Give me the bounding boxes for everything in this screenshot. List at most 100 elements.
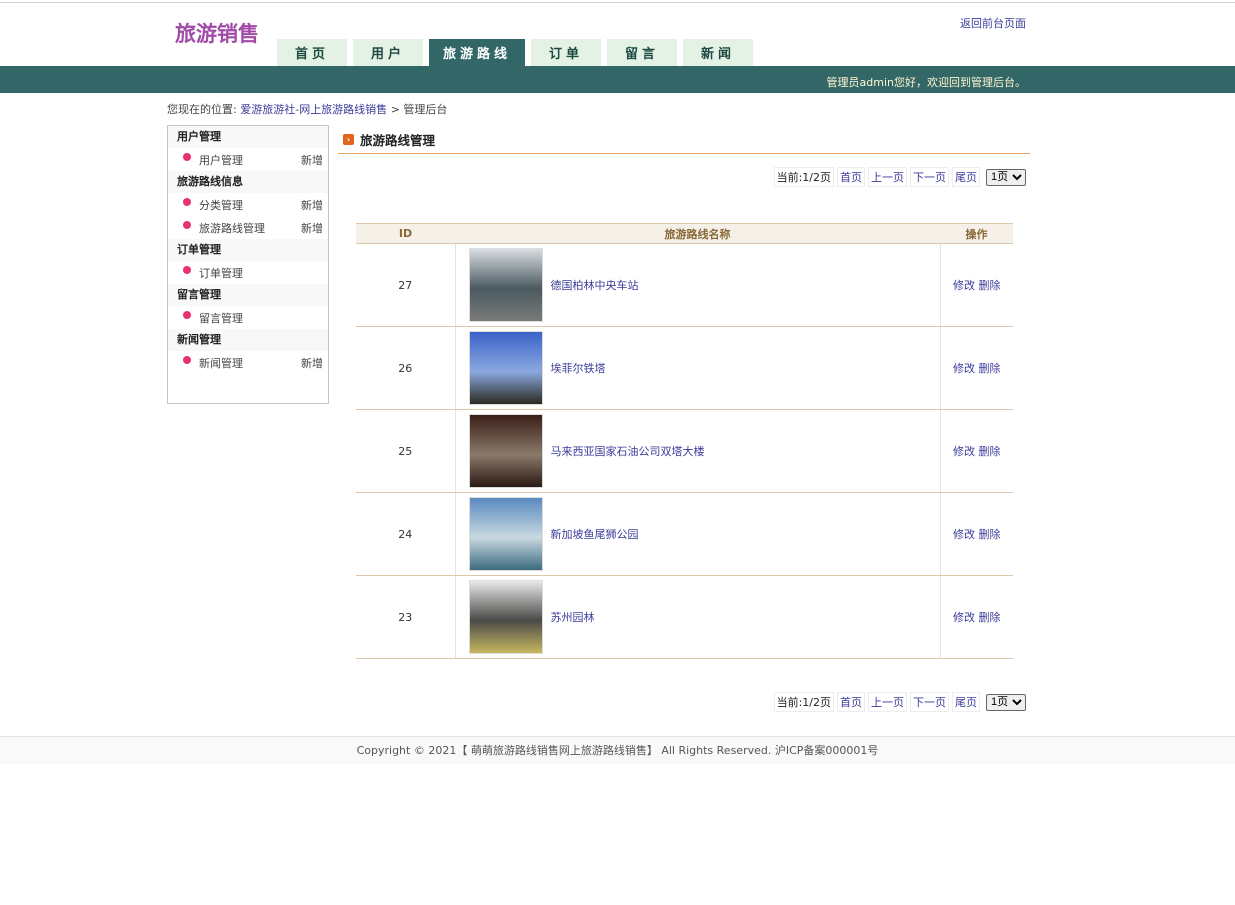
sidebar-item: 新闻管理新增 xyxy=(168,351,328,374)
table-row: 24 新加坡鱼尾狮公园 修改 删除 xyxy=(356,493,1013,576)
sidebar-item: 订单管理 xyxy=(168,261,328,284)
sidebar-add-link[interactable]: 新增 xyxy=(301,197,323,213)
page-title: ›旅游路线管理 xyxy=(343,130,435,149)
bullet-icon xyxy=(183,311,191,319)
route-actions: 修改 删除 xyxy=(940,327,1013,410)
nav-tab[interactable]: 用户 xyxy=(353,39,423,66)
col-actions: 操作 xyxy=(940,224,1013,244)
route-name-cell: 德国柏林中央车站 xyxy=(455,244,940,327)
delete-link[interactable]: 删除 xyxy=(979,445,1001,458)
route-name-link[interactable]: 埃菲尔铁塔 xyxy=(551,362,606,375)
route-name-cell: 新加坡鱼尾狮公园 xyxy=(455,493,940,576)
edit-link[interactable]: 修改 xyxy=(953,279,975,292)
table-row: 27 德国柏林中央车站 修改 删除 xyxy=(356,244,1013,327)
delete-link[interactable]: 删除 xyxy=(979,528,1001,541)
sidebar-link[interactable]: 旅游路线管理 xyxy=(199,220,301,236)
sidebar-link[interactable]: 订单管理 xyxy=(199,265,323,281)
pager-top: 当前:1/2页 首页 上一页 下一页 尾页 1页 xyxy=(774,167,1026,187)
bullet-icon xyxy=(183,221,191,229)
sidebar-link[interactable]: 新闻管理 xyxy=(199,355,301,371)
pager-first[interactable]: 首页 xyxy=(837,167,865,187)
page-select[interactable]: 1页 xyxy=(986,169,1026,186)
sidebar-add-link[interactable]: 新增 xyxy=(301,152,323,168)
sidebar-item: 旅游路线管理新增 xyxy=(168,216,328,239)
arrow-right-icon: › xyxy=(343,134,354,145)
main-nav: 首页用户旅游路线订单留言新闻 xyxy=(277,39,759,66)
header-band xyxy=(0,66,1235,93)
table-row: 23 苏州园林 修改 删除 xyxy=(356,576,1013,659)
sidebar: 用户管理用户管理新增旅游路线信息分类管理新增旅游路线管理新增订单管理订单管理留言… xyxy=(167,125,329,404)
route-name-cell: 苏州园林 xyxy=(455,576,940,659)
delete-link[interactable]: 删除 xyxy=(979,279,1001,292)
delete-link[interactable]: 删除 xyxy=(979,611,1001,624)
bullet-icon xyxy=(183,356,191,364)
delete-link[interactable]: 删除 xyxy=(979,362,1001,375)
route-thumbnail[interactable] xyxy=(469,497,543,571)
site-logo: 旅游销售 xyxy=(175,18,259,48)
table-row: 25 马来西亚国家石油公司双塔大楼 修改 删除 xyxy=(356,410,1013,493)
table-row: 26 埃菲尔铁塔 修改 删除 xyxy=(356,327,1013,410)
edit-link[interactable]: 修改 xyxy=(953,362,975,375)
sidebar-group-title: 旅游路线信息 xyxy=(168,171,328,193)
route-id: 27 xyxy=(356,244,455,327)
top-divider xyxy=(0,2,1235,3)
sidebar-link[interactable]: 留言管理 xyxy=(199,310,323,326)
sidebar-group-title: 订单管理 xyxy=(168,239,328,261)
pager-prev[interactable]: 上一页 xyxy=(868,692,907,712)
pager-next[interactable]: 下一页 xyxy=(910,692,949,712)
route-name-link[interactable]: 苏州园林 xyxy=(551,611,595,624)
breadcrumb-home-link[interactable]: 爱游旅游社-网上旅游路线销售 xyxy=(240,103,387,116)
page-select[interactable]: 1页 xyxy=(986,694,1026,711)
sidebar-item: 用户管理新增 xyxy=(168,148,328,171)
pager-current: 当前:1/2页 xyxy=(774,167,834,187)
route-id: 24 xyxy=(356,493,455,576)
welcome-message: 管理员admin您好，欢迎回到管理后台。 xyxy=(827,74,1026,90)
bullet-icon xyxy=(183,198,191,206)
sidebar-group-title: 留言管理 xyxy=(168,284,328,306)
title-divider xyxy=(338,153,1030,154)
nav-tab[interactable]: 订单 xyxy=(531,39,601,66)
nav-tab[interactable]: 旅游路线 xyxy=(429,39,525,66)
edit-link[interactable]: 修改 xyxy=(953,445,975,458)
col-id: ID xyxy=(356,224,455,244)
nav-tab[interactable]: 留言 xyxy=(607,39,677,66)
route-actions: 修改 删除 xyxy=(940,244,1013,327)
pager-first[interactable]: 首页 xyxy=(837,692,865,712)
col-name: 旅游路线名称 xyxy=(455,224,940,244)
sidebar-add-link[interactable]: 新增 xyxy=(301,355,323,371)
breadcrumb-separator: > xyxy=(391,103,400,116)
route-actions: 修改 删除 xyxy=(940,493,1013,576)
route-thumbnail[interactable] xyxy=(469,580,543,654)
route-name-link[interactable]: 马来西亚国家石油公司双塔大楼 xyxy=(551,445,705,458)
route-actions: 修改 删除 xyxy=(940,410,1013,493)
route-actions: 修改 删除 xyxy=(940,576,1013,659)
route-name-link[interactable]: 新加坡鱼尾狮公园 xyxy=(551,528,639,541)
route-id: 23 xyxy=(356,576,455,659)
bullet-icon xyxy=(183,266,191,274)
route-thumbnail[interactable] xyxy=(469,248,543,322)
nav-tab[interactable]: 新闻 xyxy=(683,39,753,66)
route-thumbnail[interactable] xyxy=(469,414,543,488)
pager-current: 当前:1/2页 xyxy=(774,692,834,712)
sidebar-group-title: 用户管理 xyxy=(168,126,328,148)
sidebar-item: 留言管理 xyxy=(168,306,328,329)
footer-copyright: Copyright © 2021【 萌萌旅游路线销售网上旅游路线销售】 All … xyxy=(0,736,1235,764)
pager-last[interactable]: 尾页 xyxy=(952,692,980,712)
sidebar-add-link[interactable]: 新增 xyxy=(301,220,323,236)
breadcrumb: 您现在的位置: 爱游旅游社-网上旅游路线销售 > 管理后台 xyxy=(167,101,447,117)
edit-link[interactable]: 修改 xyxy=(953,528,975,541)
nav-tab[interactable]: 首页 xyxy=(277,39,347,66)
pager-last[interactable]: 尾页 xyxy=(952,167,980,187)
sidebar-link[interactable]: 用户管理 xyxy=(199,152,301,168)
pager-prev[interactable]: 上一页 xyxy=(868,167,907,187)
sidebar-link[interactable]: 分类管理 xyxy=(199,197,301,213)
route-name-cell: 马来西亚国家石油公司双塔大楼 xyxy=(455,410,940,493)
back-to-frontend-link[interactable]: 返回前台页面 xyxy=(960,15,1026,31)
sidebar-group-title: 新闻管理 xyxy=(168,329,328,351)
sidebar-item: 分类管理新增 xyxy=(168,193,328,216)
pager-bottom: 当前:1/2页 首页 上一页 下一页 尾页 1页 xyxy=(774,692,1026,712)
route-name-link[interactable]: 德国柏林中央车站 xyxy=(551,279,639,292)
edit-link[interactable]: 修改 xyxy=(953,611,975,624)
pager-next[interactable]: 下一页 xyxy=(910,167,949,187)
route-thumbnail[interactable] xyxy=(469,331,543,405)
